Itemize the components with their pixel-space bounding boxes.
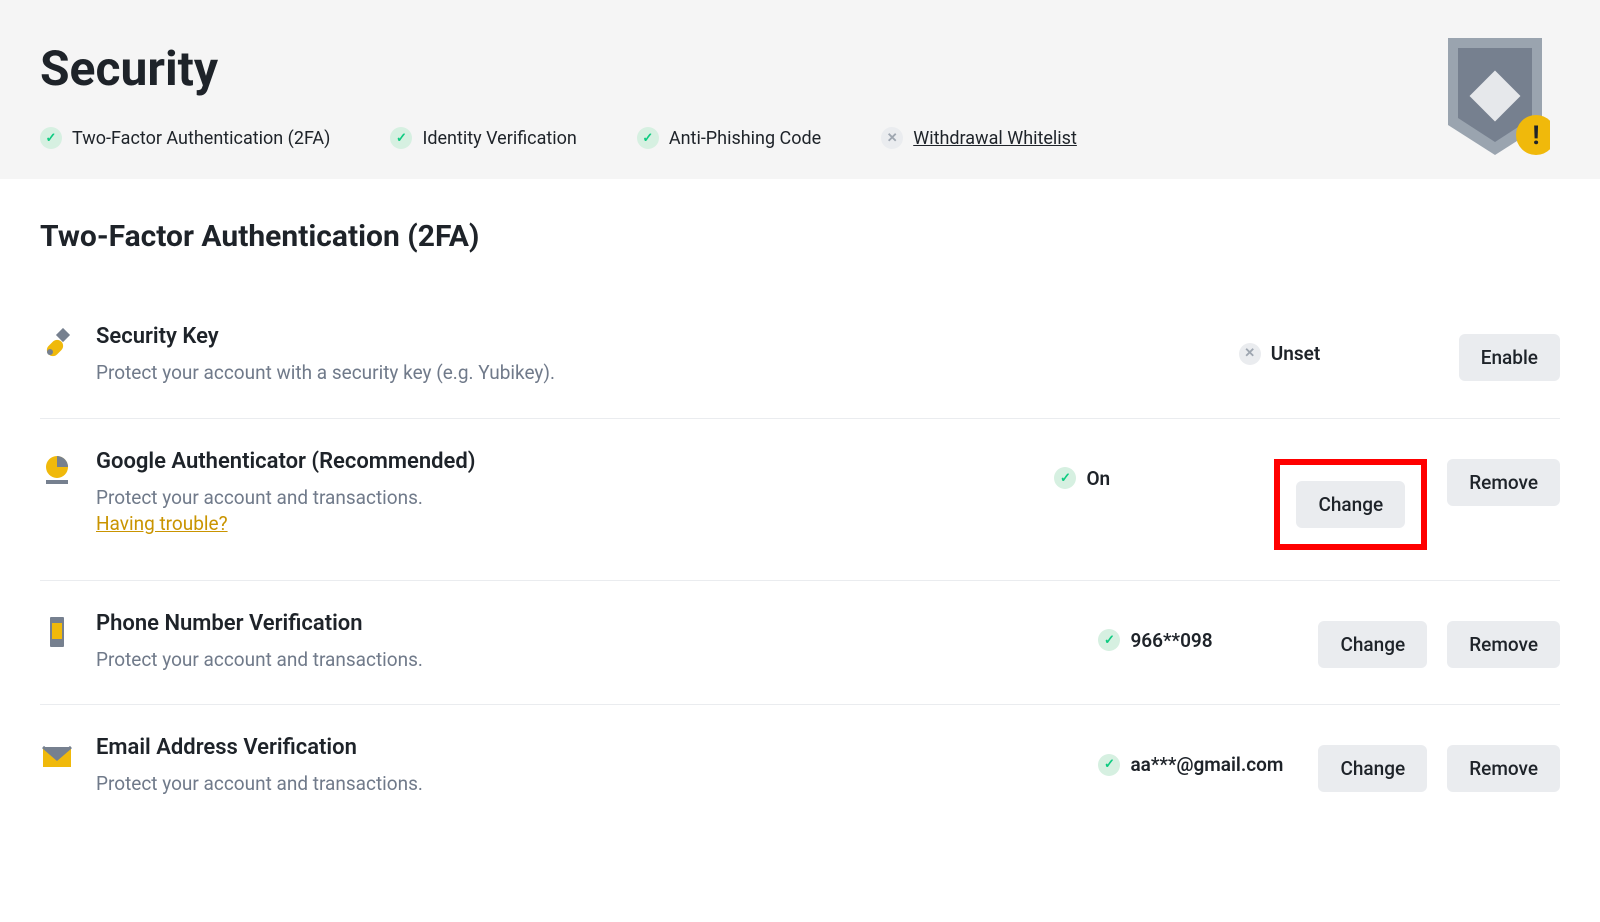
item-email-desc: Protect your account and transactions. — [96, 770, 1098, 799]
status-2fa-label: Two-Factor Authentication (2FA) — [72, 128, 330, 149]
item-google-auth-status: ✓ On — [1054, 467, 1274, 490]
section-title-2fa: Two-Factor Authentication (2FA) — [40, 219, 1560, 254]
content: Two-Factor Authentication (2FA) Security… — [0, 179, 1600, 869]
svg-text:!: ! — [1532, 121, 1539, 151]
status-row: ✓ Two-Factor Authentication (2FA) ✓ Iden… — [40, 127, 1560, 149]
item-phone: Phone Number Verification Protect your a… — [40, 581, 1560, 706]
item-security-key-title: Security Key — [96, 324, 1239, 349]
change-button[interactable]: Change — [1318, 621, 1427, 668]
status-anti-phishing-label: Anti-Phishing Code — [669, 128, 821, 149]
check-icon: ✓ — [637, 127, 659, 149]
item-security-key-status: ✕ Unset — [1239, 342, 1459, 365]
status-withdrawal-label: Withdrawal Whitelist — [913, 128, 1077, 149]
change-button[interactable]: Change — [1296, 481, 1405, 528]
x-icon: ✕ — [881, 127, 903, 149]
item-email: Email Address Verification Protect your … — [40, 705, 1560, 829]
item-google-auth-status-text: On — [1086, 467, 1110, 490]
item-security-key-desc: Protect your account with a security key… — [96, 359, 1239, 388]
check-icon: ✓ — [1098, 754, 1120, 776]
remove-button[interactable]: Remove — [1447, 621, 1560, 668]
check-icon: ✓ — [1054, 467, 1076, 489]
item-security-key: Security Key Protect your account with a… — [40, 294, 1560, 419]
phone-icon — [40, 615, 74, 649]
security-shield-badge-icon: ! — [1440, 30, 1550, 160]
email-icon — [40, 739, 74, 773]
status-withdrawal-whitelist[interactable]: ✕ Withdrawal Whitelist — [881, 127, 1077, 149]
check-icon: ✓ — [390, 127, 412, 149]
item-email-status: ✓ aa***@gmail.com — [1098, 753, 1318, 776]
x-icon: ✕ — [1239, 343, 1261, 365]
security-key-icon — [40, 328, 74, 362]
item-phone-desc: Protect your account and transactions. — [96, 646, 1098, 675]
status-identity-label: Identity Verification — [422, 128, 576, 149]
item-phone-status-text: 966**098 — [1130, 629, 1212, 652]
check-icon: ✓ — [1098, 629, 1120, 651]
remove-button[interactable]: Remove — [1447, 459, 1560, 506]
change-button[interactable]: Change — [1318, 745, 1427, 792]
item-google-auth-title: Google Authenticator (Recommended) — [96, 449, 1054, 474]
item-phone-status: ✓ 966**098 — [1098, 629, 1318, 652]
item-security-key-status-text: Unset — [1271, 342, 1320, 365]
status-anti-phishing: ✓ Anti-Phishing Code — [637, 127, 821, 149]
item-google-auth: Google Authenticator (Recommended) Prote… — [40, 419, 1560, 581]
item-email-title: Email Address Verification — [96, 735, 1098, 760]
page-title: Security — [40, 40, 1560, 97]
check-icon: ✓ — [40, 127, 62, 149]
remove-button[interactable]: Remove — [1447, 745, 1560, 792]
item-email-status-text: aa***@gmail.com — [1130, 753, 1283, 776]
having-trouble-link[interactable]: Having trouble? — [96, 512, 228, 535]
google-auth-icon — [40, 453, 74, 487]
item-phone-title: Phone Number Verification — [96, 611, 1098, 636]
enable-button[interactable]: Enable — [1459, 334, 1560, 381]
item-google-auth-desc: Protect your account and transactions. — [96, 484, 1054, 513]
highlight-box: Change — [1274, 459, 1427, 550]
status-identity: ✓ Identity Verification — [390, 127, 576, 149]
status-2fa: ✓ Two-Factor Authentication (2FA) — [40, 127, 330, 149]
security-header: Security ✓ Two-Factor Authentication (2F… — [0, 0, 1600, 179]
